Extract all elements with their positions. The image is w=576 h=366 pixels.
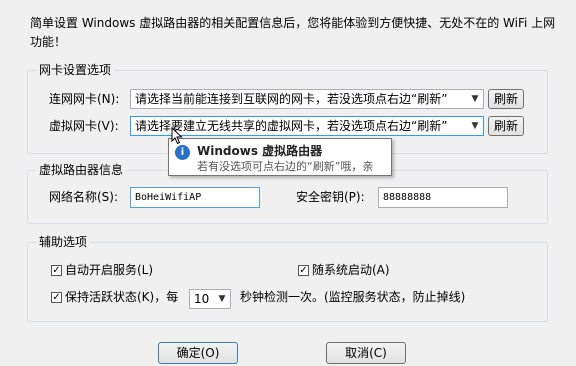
start-with-system-label[interactable]: 随系统启动(A)	[312, 261, 390, 279]
ssid-label: 网络名称(S):	[49, 190, 119, 204]
ok-button[interactable]: 确定(O)	[158, 342, 238, 364]
tooltip-title: Windows 虚拟路由器	[197, 144, 323, 158]
internet-nic-select[interactable]: 请选择当前能连接到互联网的网卡，若没选项点右边“刷新” ▼	[130, 89, 484, 109]
internet-nic-value: 请选择当前能连接到互联网的网卡，若没选项点右边“刷新”	[135, 92, 448, 106]
virtual-nic-refresh-button[interactable]: 刷新	[488, 116, 524, 136]
chevron-down-icon[interactable]: ▼	[467, 117, 483, 135]
chevron-down-icon[interactable]: ▼	[214, 290, 230, 308]
cancel-button[interactable]: 取消(C)	[326, 342, 406, 364]
aux-options-group	[27, 242, 548, 322]
nic-settings-title: 网卡设置选项	[36, 63, 115, 77]
info-icon: i	[175, 145, 190, 160]
keep-alive-interval-value: 10	[194, 292, 210, 306]
virtual-nic-tooltip: i Windows 虚拟路由器 若有没选项可点右边的“刷新”哦，亲	[168, 138, 392, 176]
keep-alive-interval-select[interactable]: 10 ▼	[189, 289, 231, 309]
mouse-cursor-icon	[171, 127, 183, 145]
chevron-down-icon[interactable]: ▼	[467, 90, 483, 108]
aux-options-title: 辅助选项	[36, 235, 91, 249]
virtual-nic-select[interactable]: 请选择要建立无线共享的虚拟网卡，若没选项点右边“刷新” ▼	[130, 116, 484, 136]
keep-alive-checkbox[interactable]: ✓	[51, 292, 62, 303]
virtual-nic-label: 虚拟网卡(V):	[49, 119, 119, 133]
start-with-system-checkbox[interactable]: ✓	[298, 265, 309, 276]
auto-start-label[interactable]: 自动开启服务(L)	[65, 261, 153, 279]
keep-alive-label[interactable]: 保持活跃状态(K)，每	[65, 288, 178, 306]
keep-alive-suffix: 秒钟检测一次。(监控服务状态，防止掉线)	[240, 290, 466, 304]
ssid-input[interactable]: BoHeiWifiAP	[130, 187, 260, 208]
key-label: 安全密钥(P):	[296, 190, 365, 204]
key-input[interactable]: 88888888	[378, 187, 508, 208]
internet-nic-refresh-button[interactable]: 刷新	[488, 89, 524, 109]
tooltip-body: 若有没选项可点右边的“刷新”哦，亲	[197, 160, 374, 173]
auto-start-checkbox[interactable]: ✓	[51, 265, 62, 276]
internet-nic-label: 连网网卡(N):	[49, 92, 120, 106]
router-info-title: 虚拟路由器信息	[36, 163, 127, 177]
intro-text: 简单设置 Windows 虚拟路由器的相关配置信息后，您将能体验到方便快捷、无处…	[30, 16, 556, 49]
